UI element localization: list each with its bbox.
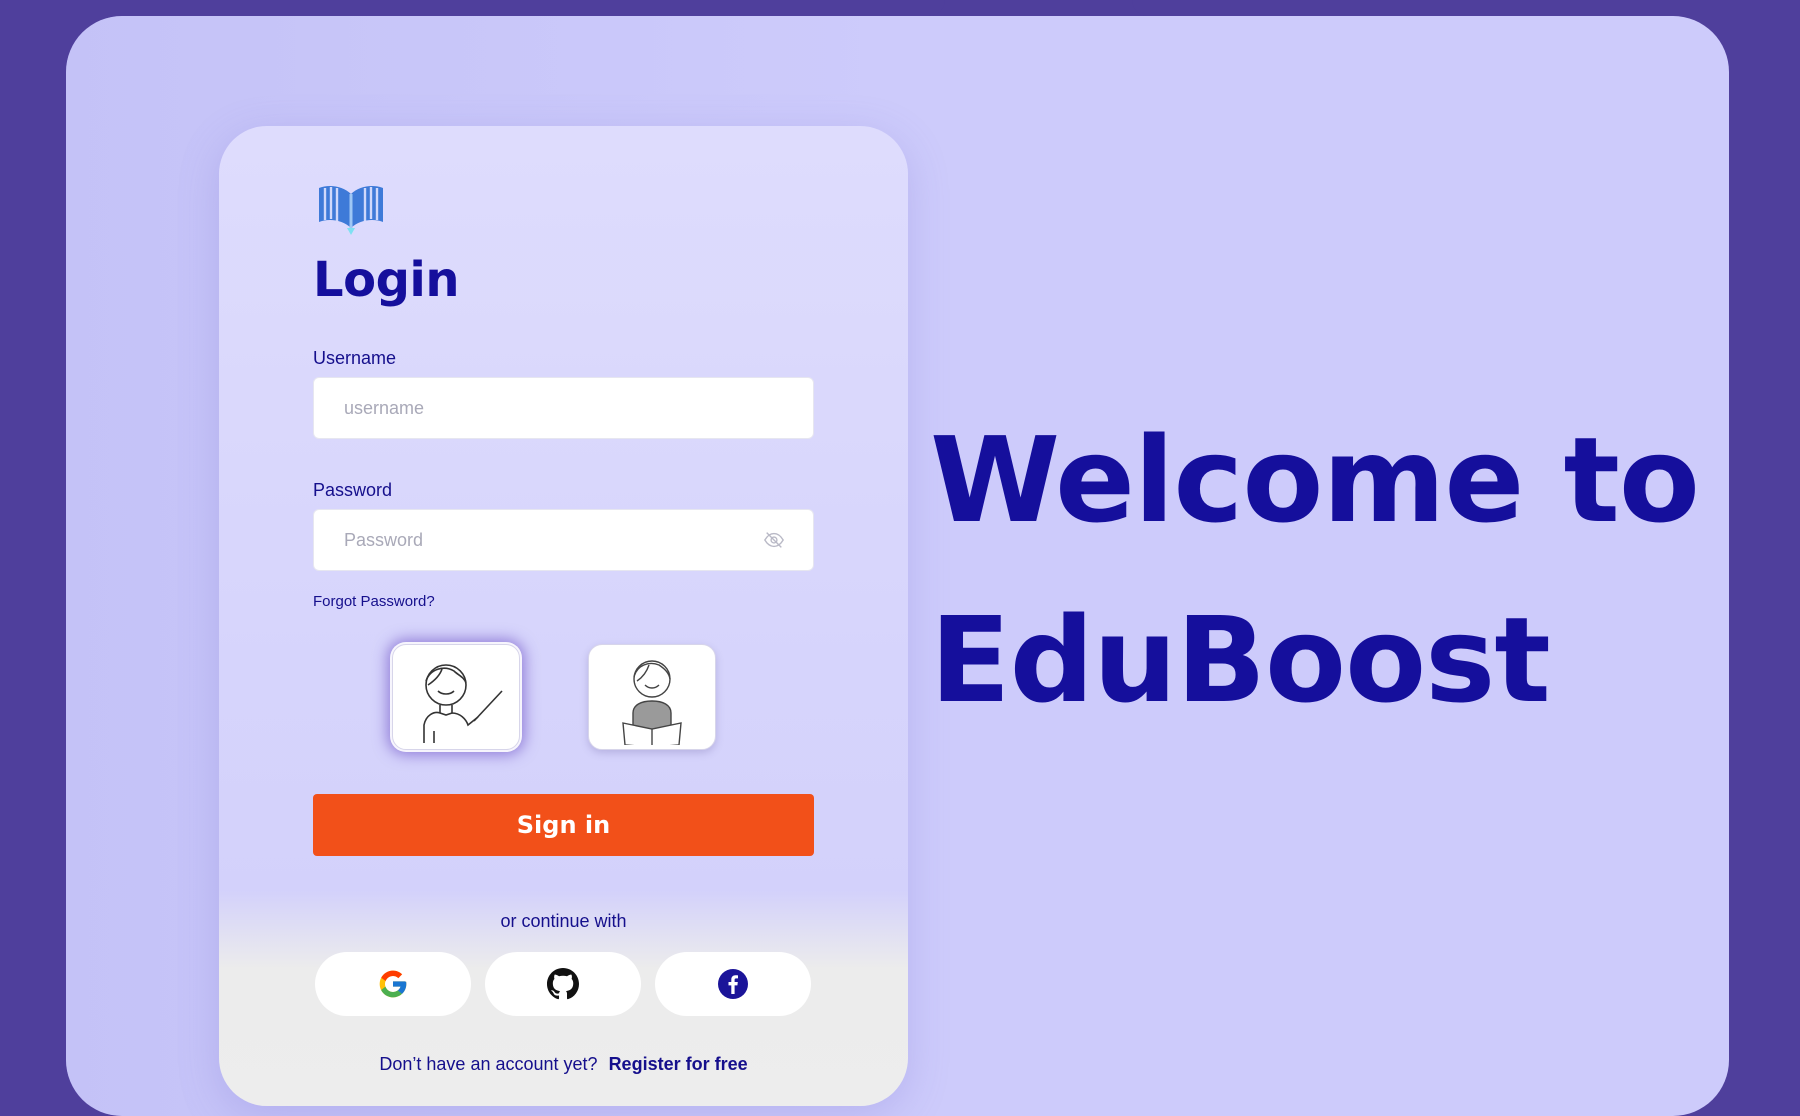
facebook-login-button[interactable] — [655, 952, 811, 1016]
no-account-text: Don’t have an account yet? — [379, 1054, 598, 1074]
eduboost-logo-icon — [319, 186, 383, 235]
sign-in-button[interactable]: Sign in — [313, 794, 814, 856]
eye-slash-icon[interactable] — [763, 529, 785, 551]
login-card: Login Username Password Forgot Password? — [219, 126, 908, 1106]
facebook-icon — [718, 969, 748, 999]
github-login-button[interactable] — [485, 952, 641, 1016]
google-login-button[interactable] — [315, 952, 471, 1016]
role-teacher-button[interactable] — [392, 644, 520, 750]
teacher-icon — [423, 664, 503, 743]
forgot-password-link[interactable]: Forgot Password? — [313, 593, 435, 610]
google-icon — [379, 970, 407, 998]
password-label: Password — [313, 480, 393, 500]
welcome-line-1: Welcome to — [930, 411, 1700, 549]
username-field-box — [313, 377, 814, 439]
or-continue-text: or continue with — [500, 911, 627, 931]
top-notch-right — [1132, 0, 1800, 16]
welcome-heading: Welcome to EduBoost — [930, 390, 1700, 750]
github-icon — [547, 968, 579, 1000]
welcome-line-2: EduBoost — [930, 591, 1551, 729]
register-prompt: Don’t have an account yet? Register for … — [219, 1054, 908, 1075]
username-input[interactable] — [342, 396, 785, 420]
password-field-box — [313, 509, 814, 571]
username-label: Username — [313, 348, 397, 368]
student-icon — [622, 660, 682, 745]
role-student-button[interactable] — [588, 644, 716, 750]
login-title: Login — [313, 252, 460, 308]
password-input[interactable] — [342, 528, 763, 552]
register-link[interactable]: Register for free — [609, 1054, 748, 1074]
top-notch-left — [0, 0, 945, 16]
